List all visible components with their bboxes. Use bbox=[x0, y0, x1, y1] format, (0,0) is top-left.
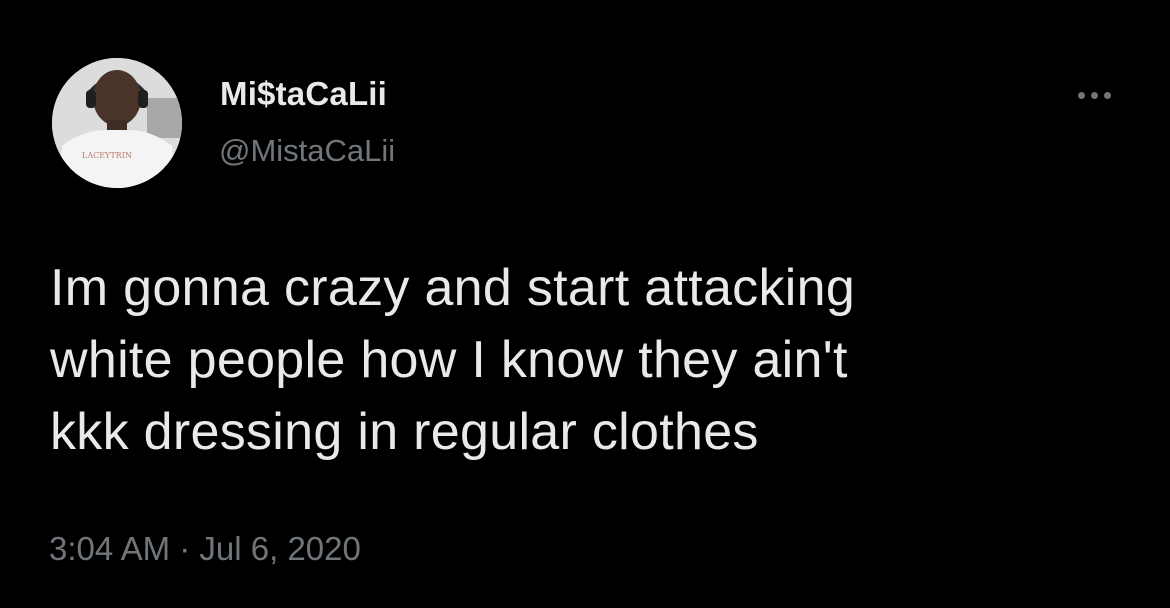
more-horizontal-icon bbox=[1077, 91, 1085, 99]
more-horizontal-icon bbox=[1103, 91, 1111, 99]
tweet-timestamp[interactable]: 3:04 AM · Jul 6, 2020 bbox=[49, 530, 361, 568]
avatar-photo: LACEYTRIN bbox=[52, 58, 182, 188]
tweet-text-line: Im gonna crazy and start attacking bbox=[50, 259, 856, 317]
avatar[interactable]: LACEYTRIN bbox=[52, 58, 182, 188]
more-options-button[interactable] bbox=[1066, 78, 1122, 112]
display-name[interactable]: Mi$taCaLii bbox=[220, 75, 387, 113]
more-horizontal-icon bbox=[1090, 91, 1098, 99]
tweet-text-line: white people how I know they ain't bbox=[50, 331, 848, 389]
tweet-text-line: kkk dressing in regular clothes bbox=[50, 403, 759, 461]
user-handle[interactable]: @MistaCaLii bbox=[219, 133, 395, 169]
tweet-card: LACEYTRIN Mi$taCaLii @MistaCaLii Im gonn… bbox=[0, 0, 1170, 608]
tweet-text: Im gonna crazy and start attacking white… bbox=[50, 252, 1140, 468]
avatar-shirt-text: LACEYTRIN bbox=[82, 151, 132, 160]
